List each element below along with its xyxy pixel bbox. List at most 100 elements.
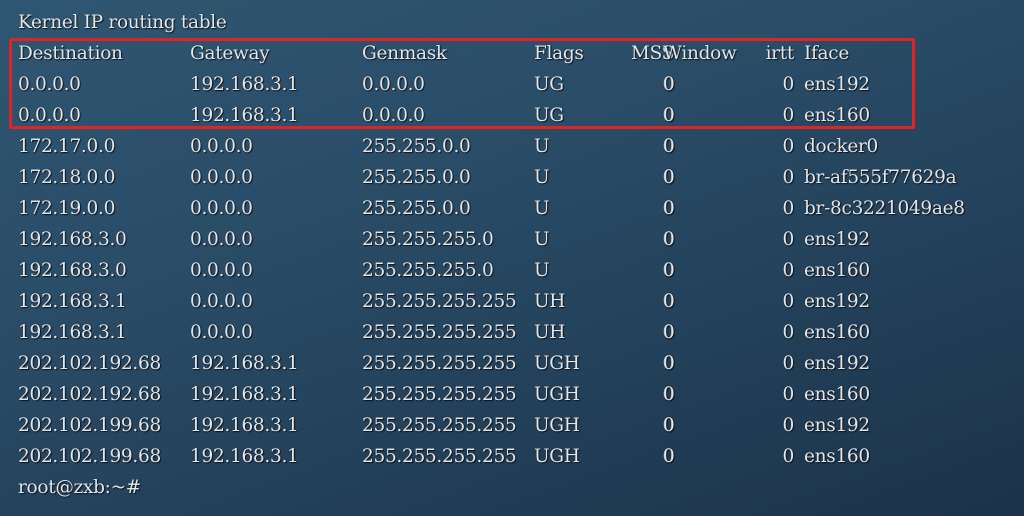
cell-destination: 192.168.3.0 <box>18 229 127 250</box>
cell-genmask: 255.255.255.255 <box>362 415 517 436</box>
cell-iface: ens160 <box>804 384 870 405</box>
header-gateway: Gateway <box>190 43 270 64</box>
header-destination: Destination <box>18 43 123 64</box>
cell-flags: UG <box>534 74 564 95</box>
routing-table-title: Kernel IP routing table <box>18 12 227 33</box>
header-flags: Flags <box>534 43 584 64</box>
cell-destination: 172.19.0.0 <box>18 198 116 219</box>
cell-destination: 172.17.0.0 <box>18 136 116 157</box>
table-row: 0.0.0.0 192.168.3.1 0.0.0.0 UG 0 0 0 ens192 <box>18 69 1008 100</box>
cell-genmask: 255.255.255.255 <box>362 384 517 405</box>
cell-gateway: 192.168.3.1 <box>190 105 299 126</box>
cell-genmask: 255.255.255.255 <box>362 353 517 374</box>
cell-window: 0 <box>663 322 675 343</box>
cell-flags: UGH <box>534 353 580 374</box>
cell-iface: ens160 <box>804 446 870 467</box>
cell-irtt: 0 <box>782 446 795 467</box>
cell-window: 0 <box>663 105 675 126</box>
table-row: 202.102.199.68 192.168.3.1 255.255.255.255… <box>18 410 1008 441</box>
cell-irtt: 0 <box>782 415 795 436</box>
cell-irtt: 0 <box>782 322 795 343</box>
header-window: Window <box>663 43 737 64</box>
cell-iface: ens192 <box>804 229 870 250</box>
cell-gateway: 0.0.0.0 <box>190 198 253 219</box>
cell-irtt: 0 <box>782 384 795 405</box>
shell-prompt[interactable]: root@zxb:~# <box>18 472 141 503</box>
cell-flags: UGH <box>534 384 580 405</box>
cell-iface: ens192 <box>804 74 870 95</box>
cell-flags: UH <box>534 291 566 312</box>
cell-irtt: 0 <box>782 136 795 157</box>
cell-gateway: 192.168.3.1 <box>190 74 299 95</box>
header-genmask: Genmask <box>362 43 447 64</box>
cell-destination: 202.102.199.68 <box>18 415 161 436</box>
table-row: 202.102.192.68 192.168.3.1 255.255.255.255… <box>18 348 1008 379</box>
cell-genmask: 255.255.255.0 <box>362 260 494 281</box>
cell-genmask: 255.255.0.0 <box>362 198 471 219</box>
cell-irtt: 0 <box>782 105 795 126</box>
cell-destination: 202.102.199.68 <box>18 446 161 467</box>
cell-gateway: 192.168.3.1 <box>190 415 299 436</box>
cell-destination: 192.168.3.1 <box>18 291 127 312</box>
cell-gateway: 0.0.0.0 <box>190 229 253 250</box>
cell-destination: 202.102.192.68 <box>18 384 161 405</box>
table-row: 0.0.0.0 192.168.3.1 0.0.0.0 UG 0 0 0 ens160 <box>18 100 1008 131</box>
cell-genmask: 255.255.255.255 <box>362 446 517 467</box>
cell-flags: U <box>534 260 550 281</box>
cell-destination: 192.168.3.1 <box>18 322 127 343</box>
cell-window: 0 <box>663 229 675 250</box>
cell-flags: UH <box>534 322 566 343</box>
cell-irtt: 0 <box>782 260 795 281</box>
cell-window: 0 <box>663 384 675 405</box>
cell-iface: ens192 <box>804 291 870 312</box>
cell-flags: U <box>534 229 550 250</box>
cell-destination: 202.102.192.68 <box>18 353 161 374</box>
cell-iface: docker0 <box>804 136 879 157</box>
cell-genmask: 0.0.0.0 <box>362 74 425 95</box>
terminal-window[interactable]: Kernel IP routing table Destination Gate… <box>0 0 1024 516</box>
cell-flags: U <box>534 198 550 219</box>
cell-flags: UG <box>534 105 564 126</box>
table-row: 172.17.0.0 0.0.0.0 255.255.0.0 U 0 0 0 docker0 <box>18 131 1008 162</box>
cell-destination: 0.0.0.0 <box>18 105 81 126</box>
cell-window: 0 <box>663 74 675 95</box>
cell-window: 0 <box>663 446 675 467</box>
cell-genmask: 0.0.0.0 <box>362 105 425 126</box>
cell-flags: U <box>534 136 550 157</box>
table-row: 172.18.0.0 0.0.0.0 255.255.0.0 U 0 0 0 br-af555… <box>18 162 1008 193</box>
cell-window: 0 <box>663 353 675 374</box>
cell-flags: UGH <box>534 446 580 467</box>
cell-window: 0 <box>663 198 675 219</box>
cell-window: 0 <box>663 291 675 312</box>
cell-destination: 0.0.0.0 <box>18 74 81 95</box>
cell-gateway: 192.168.3.1 <box>190 353 299 374</box>
cell-window: 0 <box>663 167 675 188</box>
cell-iface: br-8c3221049ae8 <box>804 198 965 219</box>
cell-iface: ens192 <box>804 353 870 374</box>
cell-gateway: 192.168.3.1 <box>190 384 299 405</box>
cell-gateway: 0.0.0.0 <box>190 136 253 157</box>
cell-gateway: 192.168.3.1 <box>190 446 299 467</box>
table-row: 192.168.3.0 0.0.0.0 255.255.255.0 U 0 0 0 ens19… <box>18 224 1008 255</box>
cell-gateway: 0.0.0.0 <box>190 260 253 281</box>
cell-iface: ens192 <box>804 415 870 436</box>
cell-window: 0 <box>663 415 675 436</box>
cell-window: 0 <box>663 136 675 157</box>
table-row: 172.19.0.0 0.0.0.0 255.255.0.0 U 0 0 0 br-8c322… <box>18 193 1008 224</box>
header-iface: Iface <box>804 43 849 64</box>
cell-flags: UGH <box>534 415 580 436</box>
cell-genmask: 255.255.0.0 <box>362 136 471 157</box>
cell-flags: U <box>534 167 550 188</box>
cell-genmask: 255.255.255.0 <box>362 229 494 250</box>
cell-irtt: 0 <box>782 229 795 250</box>
cell-iface: ens160 <box>804 322 870 343</box>
table-row: 202.102.199.68 192.168.3.1 255.255.255.255… <box>18 441 1008 472</box>
table-row: 192.168.3.0 0.0.0.0 255.255.255.0 U 0 0 0 ens16… <box>18 255 1008 286</box>
table-row: 192.168.3.1 0.0.0.0 255.255.255.255 UH 0 0 0 en… <box>18 286 1008 317</box>
cell-destination: 192.168.3.0 <box>18 260 127 281</box>
cell-destination: 172.18.0.0 <box>18 167 116 188</box>
table-row: 192.168.3.1 0.0.0.0 255.255.255.255 UH 0 0 0 en… <box>18 317 1008 348</box>
table-row: 202.102.192.68 192.168.3.1 255.255.255.255… <box>18 379 1008 410</box>
cell-window: 0 <box>663 260 675 281</box>
cell-irtt: 0 <box>782 291 795 312</box>
